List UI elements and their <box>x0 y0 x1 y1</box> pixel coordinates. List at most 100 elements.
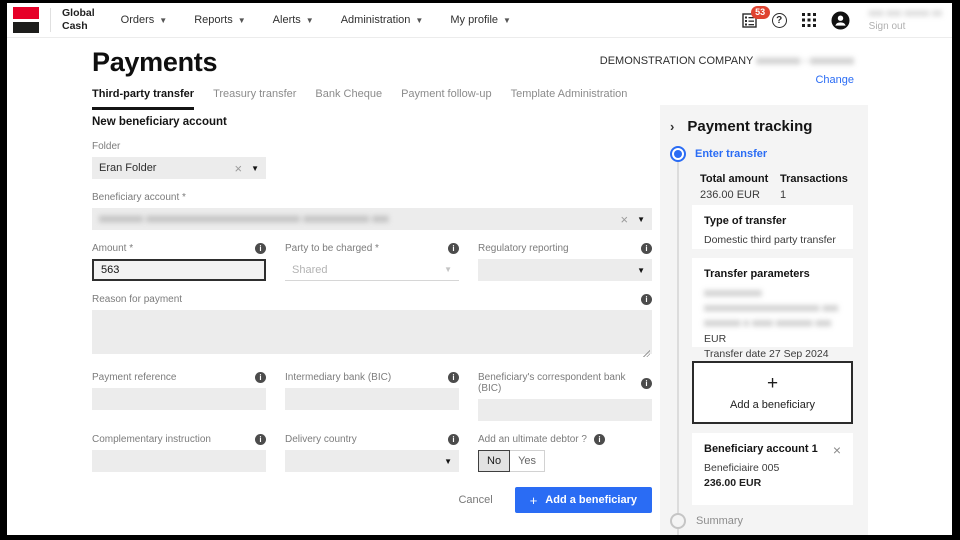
info-icon[interactable]: i <box>641 294 652 305</box>
chevron-down-icon: ▼ <box>503 15 511 25</box>
tab-bank-cheque[interactable]: Bank Cheque <box>315 88 382 110</box>
clear-icon[interactable]: × <box>234 161 242 176</box>
party-to-be-charged-value: Shared <box>292 263 328 276</box>
info-icon[interactable]: i <box>448 372 459 383</box>
complementary-instruction-label: Complementary instruction <box>92 434 211 445</box>
plus-icon: + <box>766 373 779 394</box>
tab-template-administration[interactable]: Template Administration <box>511 88 628 110</box>
question-mark-glyph: ? <box>771 12 787 28</box>
tab-treasury-transfer[interactable]: Treasury transfer <box>213 88 296 110</box>
new-beneficiary-form: New beneficiary account Folder Eran Fold… <box>92 116 652 513</box>
type-of-transfer-value: Domestic third party transfer <box>704 234 836 246</box>
topbar-icons: 53 ? xxx xxx xxxxx xx Sign out <box>741 5 942 33</box>
ultimate-debtor-yes-button[interactable]: Yes <box>510 450 546 472</box>
reason-for-payment-label: Reason for payment <box>92 294 183 305</box>
ultimate-debtor-no-button[interactable]: No <box>478 450 511 472</box>
total-amount-label: Total amount <box>700 173 769 185</box>
add-beneficiary-submit-button[interactable]: + Add a beneficiary <box>514 487 652 513</box>
remove-beneficiary-icon[interactable]: × <box>833 443 841 457</box>
folder-label: Folder <box>92 141 121 152</box>
clear-icon[interactable]: × <box>620 212 628 227</box>
folder-select[interactable]: Eran Folder × ▼ <box>92 157 266 179</box>
info-icon[interactable]: i <box>448 434 459 445</box>
info-icon[interactable]: i <box>641 243 652 254</box>
help-icon[interactable]: ? <box>771 12 787 28</box>
brand-name: Global Cash <box>62 7 95 32</box>
sign-out-link[interactable]: Sign out <box>869 20 942 33</box>
main-nav: Orders ▼ Reports ▼ Alerts ▼ Administrati… <box>121 14 511 26</box>
transactions-value: 1 <box>780 189 787 201</box>
folder-value: Eran Folder <box>99 162 157 174</box>
info-icon[interactable]: i <box>255 434 266 445</box>
add-beneficiary-card-button[interactable]: + Add a beneficiary <box>692 361 853 424</box>
info-icon[interactable]: i <box>593 434 605 445</box>
transfer-parameters-card: Transfer parameters xxxxxxxxxxx xxxxxxxx… <box>692 258 853 360</box>
complementary-instruction-input[interactable] <box>92 450 266 472</box>
intermediary-bank-input[interactable] <box>285 388 459 410</box>
change-company-link[interactable]: Change <box>815 74 854 86</box>
resize-grip-icon[interactable] <box>643 350 650 357</box>
tracking-totals: Total amount 236.00 EUR Transactions 1 <box>700 173 860 201</box>
cancel-button[interactable]: Cancel <box>458 494 492 506</box>
beneficiary-correspondent-bank-input[interactable] <box>478 399 652 421</box>
beneficiary-card-name: Beneficiaire 005 <box>704 462 780 474</box>
redacted-line: xxxxxxxxxxx <box>704 287 762 299</box>
party-to-be-charged-select[interactable]: Shared ▼ <box>285 259 459 281</box>
transfer-currency: EUR <box>704 332 727 345</box>
chevron-down-icon: ▼ <box>415 15 424 25</box>
delivery-country-select[interactable]: ▼ <box>285 450 459 472</box>
notifications-icon[interactable]: 53 <box>741 5 770 28</box>
amount-input[interactable] <box>92 259 266 281</box>
user-name-redacted: xxx xxx xxxxx xx <box>868 8 942 19</box>
tab-payment-follow-up[interactable]: Payment follow-up <box>401 88 492 110</box>
submit-label: Add a beneficiary <box>545 494 637 506</box>
beneficiary-account-label: Beneficiary account * <box>92 192 186 203</box>
brand-line2: Cash <box>62 20 88 32</box>
societe-generale-logo[interactable] <box>13 7 39 33</box>
chevron-down-icon: ▼ <box>251 163 259 173</box>
grid-dots-glyph <box>801 13 816 27</box>
beneficiary-correspondent-bank-label: Beneficiary's correspondent bank (BIC) <box>478 372 626 394</box>
info-icon[interactable]: i <box>255 243 266 254</box>
info-icon[interactable]: i <box>448 243 459 254</box>
nav-item-my-profile[interactable]: My profile ▼ <box>450 14 511 26</box>
regulatory-reporting-select[interactable]: ▼ <box>478 259 652 281</box>
reason-for-payment-textarea[interactable] <box>92 310 652 354</box>
user-avatar-icon[interactable] <box>831 11 850 30</box>
ultimate-debtor-toggle: No Yes <box>478 450 652 472</box>
company-selector: DEMONSTRATION COMPANY xxxxxxxx - xxxxxxx… <box>600 55 854 88</box>
nav-label: Administration <box>340 14 411 26</box>
nav-item-orders[interactable]: Orders ▼ <box>121 14 168 26</box>
logo-red-block <box>13 7 39 19</box>
chevron-down-icon: ▼ <box>637 214 645 224</box>
add-beneficiary-card-label: Add a beneficiary <box>730 399 815 411</box>
ultimate-debtor-label: Add an ultimate debtor ? <box>478 434 587 445</box>
nav-item-reports[interactable]: Reports ▼ <box>194 14 245 26</box>
brand-line1: Global <box>62 7 95 20</box>
amount-label: Amount * <box>92 243 134 254</box>
nav-item-alerts[interactable]: Alerts ▼ <box>273 14 314 26</box>
collapse-chevron-icon[interactable]: › <box>670 119 674 134</box>
info-icon[interactable]: i <box>255 372 266 383</box>
nav-label: Reports <box>194 14 233 26</box>
company-name: DEMONSTRATION COMPANY <box>599 55 754 67</box>
step-label: Summary <box>696 515 744 527</box>
info-icon[interactable]: i <box>641 377 652 389</box>
reason-for-payment-wrap <box>92 310 652 359</box>
beneficiary-account-select[interactable]: xxxxxxxx xxxxxxxxxxxxxxxxxxxxxxxxxxxx xx… <box>92 208 652 230</box>
payment-tracking-panel: › Payment tracking Enter transfer Total … <box>660 105 868 535</box>
chevron-down-icon: ▼ <box>305 15 314 25</box>
delivery-country-label: Delivery country <box>285 434 357 445</box>
tracking-header: › Payment tracking <box>670 118 812 135</box>
beneficiary-card-amount: 236.00 EUR <box>704 477 762 490</box>
nav-item-administration[interactable]: Administration ▼ <box>341 14 424 26</box>
transfer-parameters-body: xxxxxxxxxxx xxxxxxxxxxxxxxxxxxxxxx xxx x… <box>704 286 841 362</box>
company-name-line: DEMONSTRATION COMPANY xxxxxxxx - xxxxxxx… <box>600 55 854 67</box>
upcoming-step-icon <box>670 513 686 529</box>
total-amount-value: 236.00 EUR <box>700 189 760 201</box>
apps-grid-icon[interactable] <box>801 13 816 27</box>
tab-third-party-transfer[interactable]: Third-party transfer <box>92 88 195 110</box>
transfer-date: Transfer date 27 Sep 2024 <box>704 347 829 360</box>
step-label: Enter transfer <box>695 148 768 160</box>
payment-reference-input[interactable] <box>92 388 266 410</box>
